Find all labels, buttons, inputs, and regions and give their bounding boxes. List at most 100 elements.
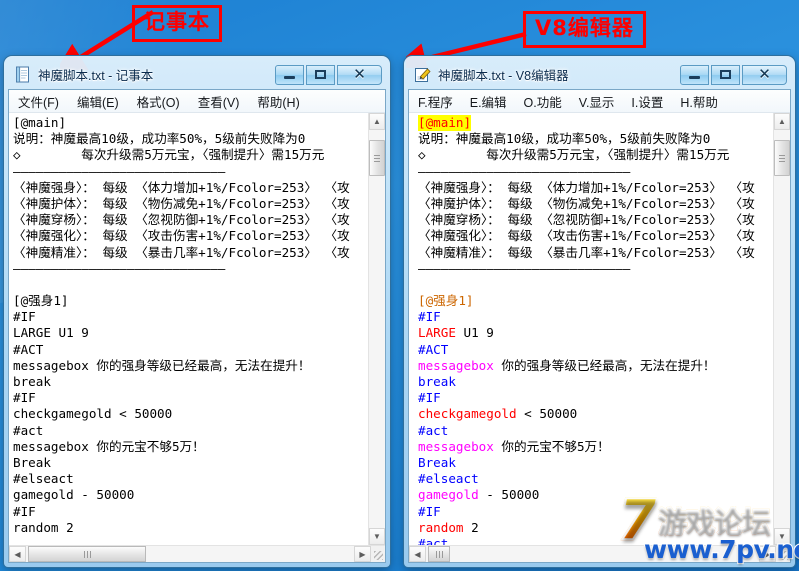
- code-line: #ACT: [418, 342, 773, 358]
- scroll-up-button[interactable]: ▲: [369, 113, 385, 130]
- menubar-v8editor[interactable]: F.程序 E.编辑 O.功能 V.显示 I.设置 H.帮助: [409, 90, 790, 113]
- code-line: break: [13, 374, 51, 389]
- hscroll-track[interactable]: [426, 546, 759, 562]
- code-line: [@main]: [418, 115, 773, 132]
- code-line: gamegold - 50000: [13, 487, 135, 503]
- maximize-button[interactable]: [306, 64, 335, 85]
- close-button[interactable]: ✕: [337, 64, 382, 85]
- code-line: #IF: [418, 390, 773, 406]
- pencil-edit-icon: [414, 66, 431, 83]
- v8editor-vertical-scrollbar[interactable]: ▲ ▼: [773, 113, 790, 545]
- v8editor-horizontal-scrollbar[interactable]: ◀ ▶: [409, 545, 790, 562]
- close-icon: ✕: [758, 65, 771, 83]
- hscroll-thumb[interactable]: [28, 546, 146, 562]
- scroll-right-button[interactable]: ▶: [759, 546, 776, 562]
- menu-display[interactable]: V.显示: [577, 91, 617, 112]
- code-token: U1 9: [455, 325, 494, 341]
- code-token: 2: [463, 519, 479, 535]
- code-line: random 2: [13, 519, 74, 535]
- vscroll-track[interactable]: [369, 130, 385, 528]
- menu-program[interactable]: F.程序: [416, 91, 455, 112]
- code-token: messagebox: [418, 357, 494, 373]
- code-line: messagebox 你的强身等级已经最高，无法在提升！: [418, 358, 773, 374]
- code-token: 说明：神魔最高10级，成功率50%，5级前失败降为0: [418, 131, 711, 147]
- resize-grip[interactable]: [371, 546, 385, 562]
- code-line: 〈神魔强身〉： 每级 〈体力增加+1%/Fcolor=253〉 〈攻: [418, 180, 773, 196]
- window-title-v8editor: 神魔脚本.txt - V8编辑器: [438, 69, 569, 83]
- code-token: random: [418, 519, 464, 535]
- menu-edit[interactable]: 编辑(E): [75, 91, 121, 112]
- code-line: ————————————————————————————: [418, 164, 773, 180]
- callout-notepad: 记事本: [132, 5, 222, 42]
- code-token: 〈神魔强化〉： 每级 〈攻击伤害+1%/Fcolor=253〉 〈攻: [418, 228, 755, 244]
- close-icon: ✕: [353, 65, 366, 83]
- window-v8editor[interactable]: 神魔脚本.txt - V8编辑器 ✕ F.程序 E.编辑 O.功能 V.显示 I…: [404, 56, 795, 567]
- code-token: 〈神魔强身〉： 每级 〈体力增加+1%/Fcolor=253〉 〈攻: [418, 179, 755, 195]
- code-line: #act: [418, 536, 773, 545]
- scroll-right-button[interactable]: ▶: [354, 546, 371, 562]
- code-line: messagebox 你的强身等级已经最高，无法在提升！: [13, 357, 311, 373]
- code-token: #IF: [418, 390, 441, 406]
- notepad-vertical-scrollbar[interactable]: ▲ ▼: [368, 113, 385, 545]
- menu-help[interactable]: H.帮助: [678, 91, 720, 112]
- menu-format[interactable]: 格式(O): [135, 91, 182, 112]
- menubar-notepad[interactable]: 文件(F) 编辑(E) 格式(O) 查看(V) 帮助(H): [9, 90, 385, 113]
- code-token: #ACT: [418, 341, 449, 357]
- titlebar-v8editor[interactable]: 神魔脚本.txt - V8编辑器 ✕: [408, 60, 791, 89]
- menu-file[interactable]: 文件(F): [16, 91, 61, 112]
- vscroll-track[interactable]: [774, 130, 790, 528]
- caption-buttons-v8editor[interactable]: ✕: [680, 64, 787, 85]
- code-line: #IF: [418, 309, 773, 325]
- notepad-icon: [14, 66, 31, 83]
- scroll-left-button[interactable]: ◀: [409, 546, 426, 562]
- minimize-button[interactable]: [275, 64, 304, 85]
- code-token: gamegold: [418, 487, 479, 503]
- code-line: LARGE U1 9: [13, 325, 89, 341]
- code-line: 〈神魔穿杨〉： 每级 〈忽视防御+1%/Fcolor=253〉 〈攻: [13, 212, 350, 228]
- titlebar-notepad[interactable]: 神魔脚本.txt - 记事本 ✕: [8, 60, 386, 89]
- menu-help[interactable]: 帮助(H): [255, 91, 301, 112]
- v8editor-text-area[interactable]: [@main] 说明：神魔最高10级，成功率50%，5级前失败降为0 ◇ 每次升级需…: [409, 113, 773, 545]
- scroll-down-button[interactable]: ▼: [774, 528, 790, 545]
- maximize-icon: [315, 70, 326, 79]
- hscroll-thumb[interactable]: [428, 546, 450, 562]
- scroll-up-button[interactable]: ▲: [774, 113, 790, 130]
- vscroll-thumb[interactable]: [774, 140, 790, 176]
- minimize-button[interactable]: [680, 64, 709, 85]
- scroll-down-button[interactable]: ▼: [369, 528, 385, 545]
- window-notepad[interactable]: 神魔脚本.txt - 记事本 ✕ 文件(F) 编辑(E) 格式(O) 查看(V)…: [4, 56, 390, 567]
- menu-view[interactable]: 查看(V): [196, 91, 242, 112]
- code-line: 〈神魔精准〉： 每级 〈暴击几率+1%/Fcolor=253〉 〈攻: [418, 245, 773, 261]
- vscroll-thumb[interactable]: [369, 140, 385, 176]
- menu-settings[interactable]: I.设置: [629, 91, 665, 112]
- client-area-notepad: 文件(F) 编辑(E) 格式(O) 查看(V) 帮助(H) [@main] 说明：…: [8, 89, 386, 563]
- code-line: 〈神魔护体〉： 每级 〈物伤减免+1%/Fcolor=253〉 〈攻: [13, 195, 350, 211]
- notepad-text-area[interactable]: [@main] 说明：神魔最高10级，成功率50%，5级前失败降为0 ◇ 每次升级需…: [9, 113, 368, 545]
- resize-grip[interactable]: [776, 546, 790, 562]
- close-button[interactable]: ✕: [742, 64, 787, 85]
- caption-buttons-notepad[interactable]: ✕: [275, 64, 382, 85]
- hscroll-track[interactable]: [26, 546, 354, 562]
- callout-v8editor: V8编辑器: [523, 11, 646, 48]
- maximize-button[interactable]: [711, 64, 740, 85]
- menu-edit[interactable]: E.编辑: [468, 91, 509, 112]
- code-line: #IF: [418, 504, 773, 520]
- code-token: Break: [418, 454, 456, 470]
- code-line: #IF: [13, 503, 36, 519]
- code-token: #act: [418, 535, 449, 545]
- code-line: 〈神魔强化〉： 每级 〈攻击伤害+1%/Fcolor=253〉 〈攻: [418, 228, 773, 244]
- code-line: #elseact: [13, 471, 74, 487]
- code-line: gamegold - 50000: [418, 487, 773, 503]
- code-line: ————————————————————————————: [13, 163, 226, 179]
- notepad-horizontal-scrollbar[interactable]: ◀ ▶: [9, 545, 385, 562]
- code-token: ————————————————————————————: [418, 260, 631, 276]
- scroll-left-button[interactable]: ◀: [9, 546, 26, 562]
- code-token: [@main]: [418, 115, 472, 130]
- code-line: #IF: [13, 309, 36, 325]
- code-token: [@强身1]: [418, 293, 474, 309]
- code-token: ◇ 每次升级需5万元宝，〈强制提升〉需15万元: [418, 147, 730, 163]
- menu-function[interactable]: O.功能: [522, 91, 564, 112]
- minimize-icon: [284, 76, 295, 79]
- code-line: ◇ 每次升级需5万元宝，〈强制提升〉需15万元: [418, 147, 773, 163]
